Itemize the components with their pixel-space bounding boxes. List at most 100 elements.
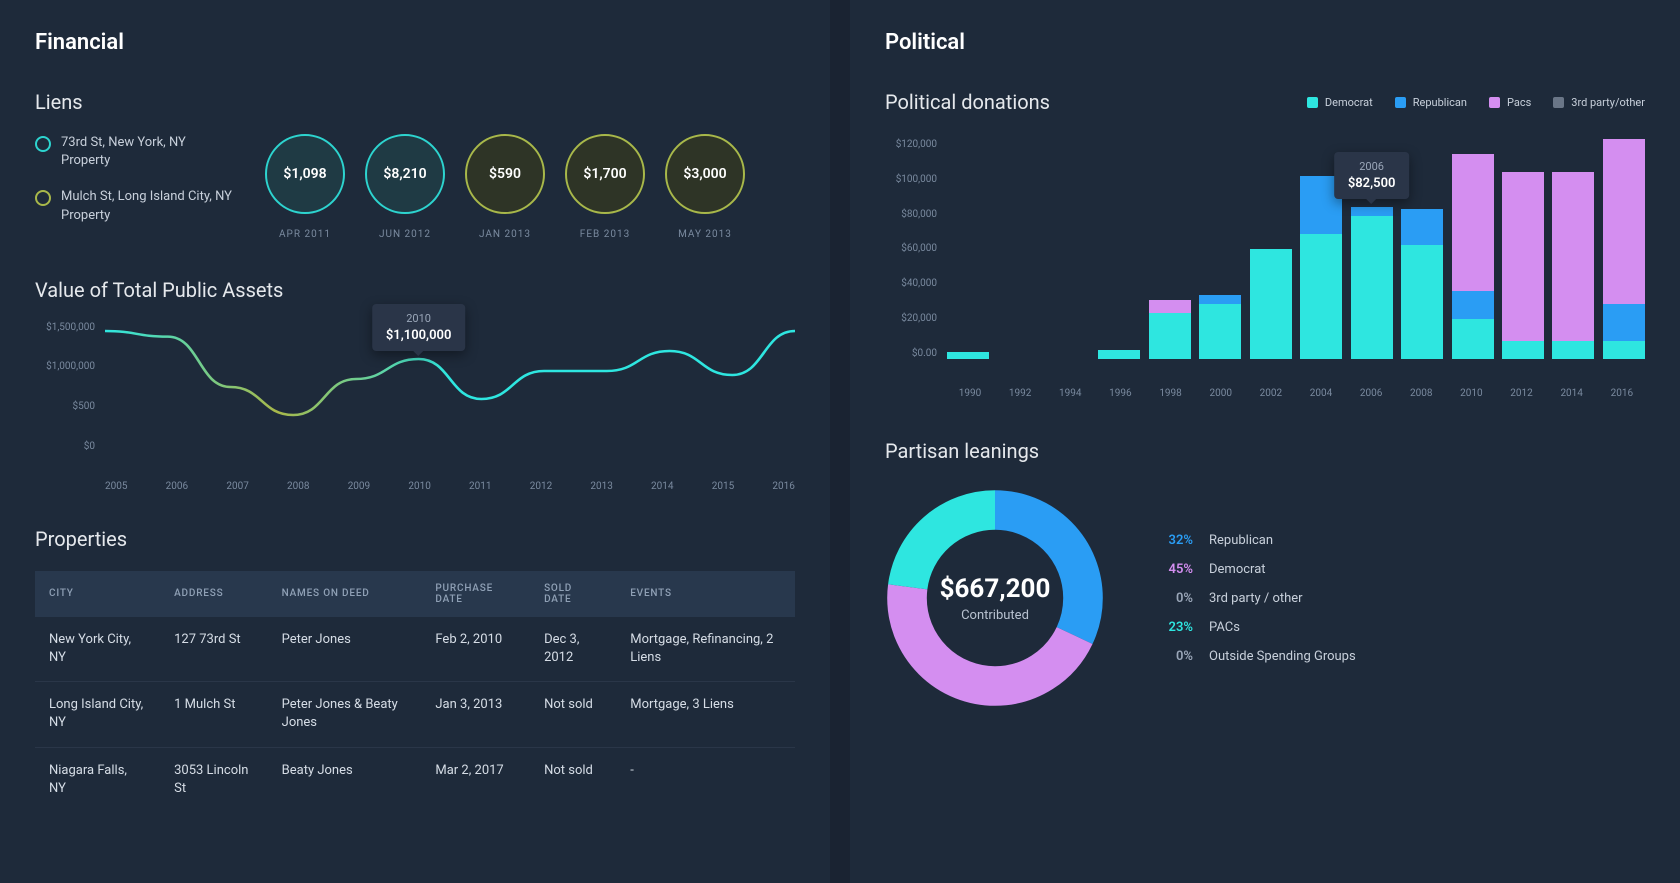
legend-item[interactable]: Republican — [1395, 96, 1467, 109]
donations-segment — [1149, 300, 1191, 313]
assets-x-tick: 2011 — [469, 481, 491, 492]
donations-bar[interactable] — [1502, 139, 1544, 359]
donations-bar[interactable] — [947, 139, 989, 359]
properties-section: Properties CITYADDRESSNAMES ON DEEDPURCH… — [35, 527, 795, 812]
partisan-label: Democrat — [1209, 562, 1266, 577]
donations-bar[interactable] — [1300, 139, 1342, 359]
table-cell: Dec 3, 2012 — [530, 617, 616, 682]
lien-bubble-date: FEB 2013 — [580, 229, 630, 240]
donations-bar[interactable]: 2006 $82,500 — [1351, 139, 1393, 359]
donations-chart[interactable]: $120,000$100,000$80,000$60,000$40,000$20… — [885, 139, 1645, 399]
lien-bubble[interactable]: $590 — [465, 134, 545, 214]
donations-x-tick: 2016 — [1599, 388, 1645, 399]
properties-col-header: ADDRESS — [160, 571, 268, 617]
donut-center: $667,200 Contributed — [885, 488, 1105, 708]
assets-plot: 2010 $1,100,000 — [105, 327, 795, 447]
assets-y-tick: $500 — [35, 401, 95, 412]
assets-x-tick: 2007 — [226, 481, 248, 492]
donations-x-tick: 2010 — [1448, 388, 1494, 399]
donations-bars: 2006 $82,500 — [947, 139, 1645, 359]
assets-x-tick: 2016 — [772, 481, 794, 492]
donations-x-tick: 2004 — [1298, 388, 1344, 399]
donations-bar[interactable] — [1603, 139, 1645, 359]
assets-x-tick: 2010 — [408, 481, 430, 492]
partisan-row[interactable]: 32% Republican — [1155, 533, 1356, 548]
legend-item[interactable]: 3rd party/other — [1553, 96, 1645, 109]
donations-bar[interactable] — [1098, 139, 1140, 359]
partisan-pct: 0% — [1155, 591, 1193, 606]
donations-bar[interactable] — [1250, 139, 1292, 359]
donations-segment — [1502, 341, 1544, 359]
table-cell: Not sold — [530, 747, 616, 812]
assets-chart[interactable]: $1,500,000$1,000,000$500$0 2010 — [35, 322, 795, 492]
donations-bar[interactable] — [1552, 139, 1594, 359]
table-cell: Beaty Jones — [268, 747, 422, 812]
donations-legend: Democrat Republican Pacs 3rd party/other — [1307, 96, 1645, 109]
donations-bar[interactable] — [1149, 139, 1191, 359]
table-row[interactable]: New York City, NY127 73rd StPeter JonesF… — [35, 617, 795, 682]
table-row[interactable]: Niagara Falls, NY3053 Lincoln StBeaty Jo… — [35, 747, 795, 812]
donations-segment — [947, 352, 989, 359]
donations-bar[interactable] — [1401, 139, 1443, 359]
donations-bar[interactable] — [997, 139, 1039, 359]
donations-segment — [1603, 139, 1645, 304]
partisan-donut[interactable]: $667,200 Contributed — [885, 488, 1105, 708]
lien-bubble[interactable]: $8,210 — [365, 134, 445, 214]
lien-bubble[interactable]: $3,000 — [665, 134, 745, 214]
table-cell: Mortgage, Refinancing, 2 Liens — [616, 617, 795, 682]
legend-swatch-icon — [1395, 97, 1406, 108]
legend-item[interactable]: Democrat — [1307, 96, 1373, 109]
donations-segment — [1199, 295, 1241, 304]
lien-bubble[interactable]: $1,700 — [565, 134, 645, 214]
donations-segment — [1098, 350, 1140, 359]
table-cell: 3053 Lincoln St — [160, 747, 268, 812]
partisan-row[interactable]: 23% PACs — [1155, 620, 1356, 635]
partisan-row[interactable]: 0% 3rd party / other — [1155, 591, 1356, 606]
financial-panel: Financial Liens 73rd St, New York, NY Pr… — [0, 0, 830, 883]
lien-property-label: 73rd St, New York, NY Property — [61, 134, 235, 170]
donations-segment — [1452, 291, 1494, 319]
legend-swatch-icon — [1307, 97, 1318, 108]
donations-bar[interactable] — [1048, 139, 1090, 359]
political-panel: Political Political donations Democrat R… — [850, 0, 1680, 883]
lien-bubble-date: JUN 2012 — [379, 229, 431, 240]
donations-y-tick: $0.00 — [885, 348, 937, 359]
donations-title: Political donations — [885, 90, 1050, 114]
table-cell: Jan 3, 2013 — [421, 682, 530, 747]
donations-x-tick: 2006 — [1348, 388, 1394, 399]
legend-label: Democrat — [1325, 96, 1373, 109]
donations-segment — [1552, 341, 1594, 359]
lien-property-item[interactable]: 73rd St, New York, NY Property — [35, 134, 235, 170]
donations-y-tick: $100,000 — [885, 174, 937, 185]
donations-x-tick: 1996 — [1097, 388, 1143, 399]
donut-total: $667,200 — [940, 574, 1051, 604]
table-cell: Feb 2, 2010 — [421, 617, 530, 682]
table-row[interactable]: Long Island City, NY1 Mulch StPeter Jone… — [35, 682, 795, 747]
legend-item[interactable]: Pacs — [1489, 96, 1531, 109]
lien-bubble-date: APR 2011 — [279, 229, 331, 240]
lien-ring-icon — [35, 190, 51, 206]
lien-bubble[interactable]: $1,098 — [265, 134, 345, 214]
legend-swatch-icon — [1553, 97, 1564, 108]
lien-property-item[interactable]: Mulch St, Long Island City, NY Property — [35, 188, 235, 224]
table-cell: Niagara Falls, NY — [35, 747, 160, 812]
partisan-label: PACs — [1209, 620, 1240, 635]
assets-y-tick: $1,500,000 — [35, 322, 95, 333]
assets-x-tick: 2006 — [166, 481, 188, 492]
financial-title: Financial — [35, 30, 795, 55]
partisan-row[interactable]: 45% Democrat — [1155, 562, 1356, 577]
donations-bar[interactable] — [1199, 139, 1241, 359]
liens-row: 73rd St, New York, NY Property Mulch St,… — [35, 134, 795, 243]
assets-title: Value of Total Public Assets — [35, 278, 795, 302]
partisan-row[interactable]: 0% Outside Spending Groups — [1155, 649, 1356, 664]
donations-segment — [1603, 304, 1645, 341]
donations-x-tick: 2012 — [1499, 388, 1545, 399]
donations-x-tick: 1990 — [947, 388, 993, 399]
legend-swatch-icon — [1489, 97, 1500, 108]
donations-segment — [1199, 304, 1241, 359]
donations-segment — [1603, 341, 1645, 359]
lien-bubble-col: $1,098 APR 2011 — [265, 134, 345, 243]
table-cell: Peter Jones — [268, 617, 422, 682]
donations-bar[interactable] — [1452, 139, 1494, 359]
partisan-body: $667,200 Contributed 32% Republican 45% D… — [885, 488, 1645, 708]
